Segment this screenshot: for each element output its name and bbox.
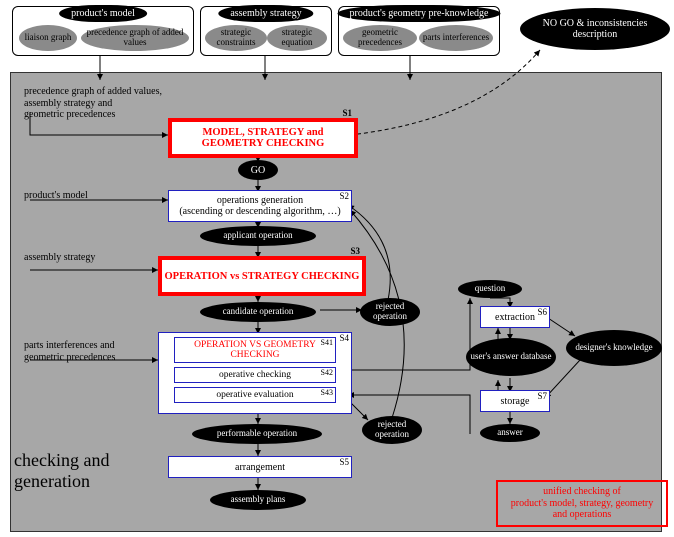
- s43-box: operative evaluation S43: [174, 387, 336, 403]
- user-answer-db-label: user's answer database: [470, 352, 551, 362]
- s1-text: MODEL, STRATEGY and GEOMETRY CHECKING: [172, 127, 354, 149]
- applicant-operation-label: applicant operation: [223, 231, 292, 241]
- go-label: GO: [251, 165, 265, 176]
- diagram-canvas: product's model liaison graph precedence…: [0, 0, 674, 537]
- s6-text: extraction: [495, 312, 535, 323]
- s7-text: storage: [501, 396, 530, 407]
- go-node: GO: [238, 160, 278, 180]
- group-geometry-title: product's geometry pre-knowledge: [338, 5, 501, 22]
- main-area-label: checking and generation: [14, 450, 134, 492]
- s7-tag: S7: [537, 391, 547, 401]
- question-label: question: [475, 284, 506, 294]
- strategic-constraints-label: strategic constraints: [205, 28, 267, 48]
- annot-s4-input: parts interferences and geometric preced…: [24, 340, 144, 363]
- performable-operation-label: performable operation: [217, 429, 297, 439]
- s43-text: operative evaluation: [216, 390, 293, 400]
- s7-box: S7 storage: [480, 390, 550, 412]
- designer-knowledge-label: designer's knowledge: [575, 343, 652, 353]
- answer-node: answer: [480, 424, 540, 442]
- precedence-graph-label: precedence graph of added values: [81, 28, 189, 48]
- group-product-model-title: product's model: [59, 5, 147, 22]
- group-assembly-strategy: assembly strategy strategic constraints …: [200, 6, 332, 56]
- s3-text: OPERATION vs STRATEGY CHECKING: [165, 271, 360, 282]
- rejected-operation-1-node: rejected operation: [360, 298, 420, 326]
- s5-box: S5 arrangement: [168, 456, 352, 478]
- parts-interferences-label: parts interferences: [423, 33, 489, 43]
- applicant-operation-node: applicant operation: [200, 226, 316, 246]
- s5-text: arrangement: [235, 462, 285, 473]
- s4-tag: S4: [339, 333, 349, 343]
- user-answer-db-node: user's answer database: [466, 338, 556, 376]
- s42-box: operative checking S42: [174, 367, 336, 383]
- nogo-node: NO GO & inconsistencies description: [520, 8, 670, 50]
- s42-text: operative checking: [219, 370, 291, 380]
- rejected-operation-1-label: rejected operation: [360, 302, 420, 322]
- parts-interferences-node: parts interferences: [419, 25, 493, 51]
- group-geometry: product's geometry pre-knowledge geometr…: [338, 6, 500, 56]
- s41-box: OPERATION VS GEOMETRY CHECKING S41: [174, 337, 336, 363]
- assembly-plans-label: assembly plans: [231, 495, 286, 505]
- s41-tag: S41: [321, 338, 333, 347]
- candidate-operation-node: candidate operation: [200, 302, 316, 322]
- nogo-label: NO GO & inconsistencies description: [520, 18, 670, 40]
- legend-box: unified checking of product's model, str…: [496, 480, 668, 527]
- s2-text: operations generation (ascending or desc…: [179, 195, 340, 217]
- assembly-plans-node: assembly plans: [210, 490, 306, 510]
- precedence-graph-node: precedence graph of added values: [81, 25, 189, 51]
- group-strategy-title: assembly strategy: [218, 5, 313, 22]
- strategic-equation-node: strategic equation: [267, 25, 327, 51]
- group-product-model: product's model liaison graph precedence…: [12, 6, 194, 56]
- annot-s1-input: precedence graph of added values, assemb…: [24, 86, 204, 121]
- annot-s3-input: assembly strategy: [24, 252, 95, 264]
- geometric-precedences-label: geometric precedences: [343, 28, 417, 48]
- question-node: question: [458, 280, 522, 298]
- s2-tag: S2: [339, 191, 349, 201]
- annot-s2-input: product's model: [24, 190, 88, 202]
- s41-text: OPERATION VS GEOMETRY CHECKING: [194, 340, 316, 360]
- strategic-equation-label: strategic equation: [267, 28, 327, 48]
- strategic-constraints-node: strategic constraints: [205, 25, 267, 51]
- s5-tag: S5: [339, 457, 349, 467]
- liaison-graph-label: liaison graph: [25, 33, 72, 43]
- s1-tag: S1: [342, 108, 352, 118]
- candidate-operation-label: candidate operation: [223, 307, 294, 317]
- s6-tag: S6: [537, 307, 547, 317]
- s6-box: S6 extraction: [480, 306, 550, 328]
- answer-label: answer: [497, 428, 523, 438]
- s42-tag: S42: [321, 368, 333, 377]
- designer-knowledge-node: designer's knowledge: [566, 330, 662, 366]
- s4-box: S4 OPERATION VS GEOMETRY CHECKING S41 op…: [158, 332, 352, 414]
- s3-tag: S3: [350, 246, 360, 256]
- rejected-operation-2-label: rejected operation: [362, 420, 422, 440]
- s43-tag: S43: [321, 388, 333, 397]
- geometric-precedences-node: geometric precedences: [343, 25, 417, 51]
- rejected-operation-2-node: rejected operation: [362, 416, 422, 444]
- performable-operation-node: performable operation: [192, 424, 322, 444]
- liaison-graph-node: liaison graph: [19, 25, 77, 51]
- s3-box: S3 OPERATION vs STRATEGY CHECKING: [158, 256, 366, 296]
- s1-box: S1 MODEL, STRATEGY and GEOMETRY CHECKING: [168, 118, 358, 158]
- s2-box: S2 operations generation (ascending or d…: [168, 190, 352, 222]
